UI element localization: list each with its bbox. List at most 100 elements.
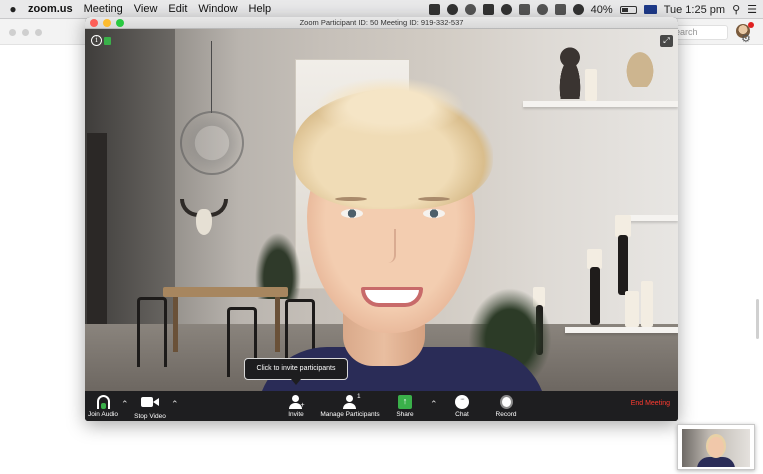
eye-right — [423, 209, 445, 218]
cloud-icon[interactable] — [500, 4, 512, 15]
menu-view[interactable]: View — [134, 3, 165, 15]
wifi-icon[interactable] — [572, 4, 584, 15]
bluetooth-icon[interactable] — [554, 4, 566, 15]
thumbnail-person-body — [697, 457, 735, 467]
meeting-titlebar: Zoom Participant ID: 50 Meeting ID: 919-… — [85, 17, 678, 29]
headset-icon — [96, 395, 110, 409]
chat-button[interactable]: ··· Chat — [449, 391, 475, 421]
nose — [382, 229, 396, 263]
close-window-icon[interactable] — [90, 19, 98, 27]
meeting-title: Zoom Participant ID: 50 Meeting ID: 919-… — [299, 18, 464, 27]
dropbox-icon[interactable] — [482, 4, 494, 15]
manage-participants-label: Manage Participants — [320, 411, 380, 418]
participants-icon — [343, 395, 357, 409]
candle-holder — [590, 267, 600, 325]
mouth — [361, 287, 423, 307]
chair — [137, 297, 167, 367]
candle — [585, 69, 597, 101]
zoom-status-icon[interactable] — [428, 4, 440, 15]
zoom-window-icon[interactable] — [35, 29, 42, 36]
stop-video-button[interactable]: Stop Video — [133, 391, 167, 421]
eye-icon[interactable] — [464, 4, 476, 15]
table-leg — [173, 297, 178, 352]
person-hair-tip — [315, 77, 465, 137]
airplay-icon[interactable] — [518, 4, 530, 15]
menu-help[interactable]: Help — [249, 3, 279, 15]
clock[interactable]: Tue 1:25 pm — [664, 4, 725, 16]
table-leg — [275, 297, 280, 352]
battery-icon[interactable] — [619, 5, 637, 14]
lamp-cord — [211, 41, 212, 113]
self-view-video — [682, 429, 750, 467]
close-icon[interactable] — [9, 29, 16, 36]
eyebrow-right — [418, 197, 450, 201]
share-label: Share — [396, 411, 414, 418]
shield-icon[interactable] — [446, 4, 458, 15]
participant-count: 1 — [357, 393, 361, 400]
camera-icon — [141, 397, 159, 411]
self-view-thumbnail[interactable] — [677, 424, 755, 470]
notification-badge — [748, 22, 754, 28]
end-meeting-button[interactable]: End Meeting — [631, 400, 670, 407]
invite-button[interactable]: + Invite — [283, 391, 309, 421]
record-icon — [499, 395, 513, 409]
spotlight-icon[interactable]: ⚲ — [732, 3, 740, 16]
window-controls — [9, 29, 42, 36]
notification-center-icon[interactable]: ☰ — [747, 3, 757, 16]
lock-icon[interactable] — [104, 37, 111, 45]
record-label: Record — [495, 411, 517, 418]
meeting-toolbar: Join Audio ⌃ Stop Video ⌃ + Invite 1 Man… — [85, 391, 678, 421]
minimize-window-icon[interactable] — [103, 19, 111, 27]
join-audio-button[interactable]: Join Audio — [87, 391, 119, 421]
shelf — [625, 215, 678, 221]
search-input[interactable]: earch — [670, 25, 728, 40]
invite-icon: + — [289, 395, 306, 409]
scrollbar[interactable] — [756, 299, 759, 339]
meeting-info-controls: i — [91, 35, 111, 46]
shelf — [523, 101, 678, 107]
candle-holder — [618, 235, 628, 295]
video-options-chevron-icon[interactable]: ⌃ — [171, 399, 179, 410]
menu-app-name[interactable]: zoom.us — [28, 3, 80, 15]
info-icon[interactable]: i — [91, 35, 102, 46]
video-feed[interactable] — [85, 29, 678, 391]
apple-icon[interactable]: ● — [0, 2, 26, 16]
shelf — [565, 327, 678, 333]
eyebrow-left — [335, 197, 367, 201]
minimize-icon[interactable] — [22, 29, 29, 36]
gear-icon[interactable]: ⚙ — [741, 32, 751, 45]
invite-tooltip: Click to invite participants — [244, 358, 348, 385]
meeting-window-controls — [90, 19, 124, 27]
menu-window[interactable]: Window — [198, 3, 244, 15]
vase — [623, 47, 657, 87]
join-audio-label: Join Audio — [88, 411, 118, 418]
candle — [625, 291, 639, 327]
time-machine-icon[interactable] — [536, 4, 548, 15]
chat-icon: ··· — [455, 395, 469, 409]
stop-video-label: Stop Video — [134, 413, 166, 420]
share-button[interactable]: ↑ Share — [393, 391, 417, 421]
menu-edit[interactable]: Edit — [168, 3, 194, 15]
share-options-chevron-icon[interactable]: ⌃ — [430, 399, 438, 410]
maximize-window-icon[interactable] — [116, 19, 124, 27]
chat-label: Chat — [455, 411, 469, 418]
record-button[interactable]: Record — [491, 391, 521, 421]
audio-options-chevron-icon[interactable]: ⌃ — [121, 399, 129, 410]
fullscreen-icon[interactable]: ⤢ — [660, 35, 673, 47]
eye-left — [341, 209, 363, 218]
flag-icon[interactable] — [643, 5, 657, 14]
meeting-window: Zoom Participant ID: 50 Meeting ID: 919-… — [85, 17, 678, 421]
dining-table — [163, 287, 288, 297]
invite-label: Invite — [288, 411, 304, 418]
manage-participants-button[interactable]: 1 Manage Participants — [319, 391, 381, 421]
doorway — [87, 133, 107, 328]
menu-meeting[interactable]: Meeting — [84, 3, 130, 15]
candle — [587, 249, 602, 269]
skull — [196, 209, 212, 235]
battery-percent[interactable]: 40% — [591, 4, 613, 16]
pendant-lamp — [180, 111, 244, 175]
candle — [615, 215, 631, 237]
thumbnail-person-face — [706, 434, 726, 458]
share-icon: ↑ — [398, 395, 412, 409]
candle — [641, 281, 653, 327]
